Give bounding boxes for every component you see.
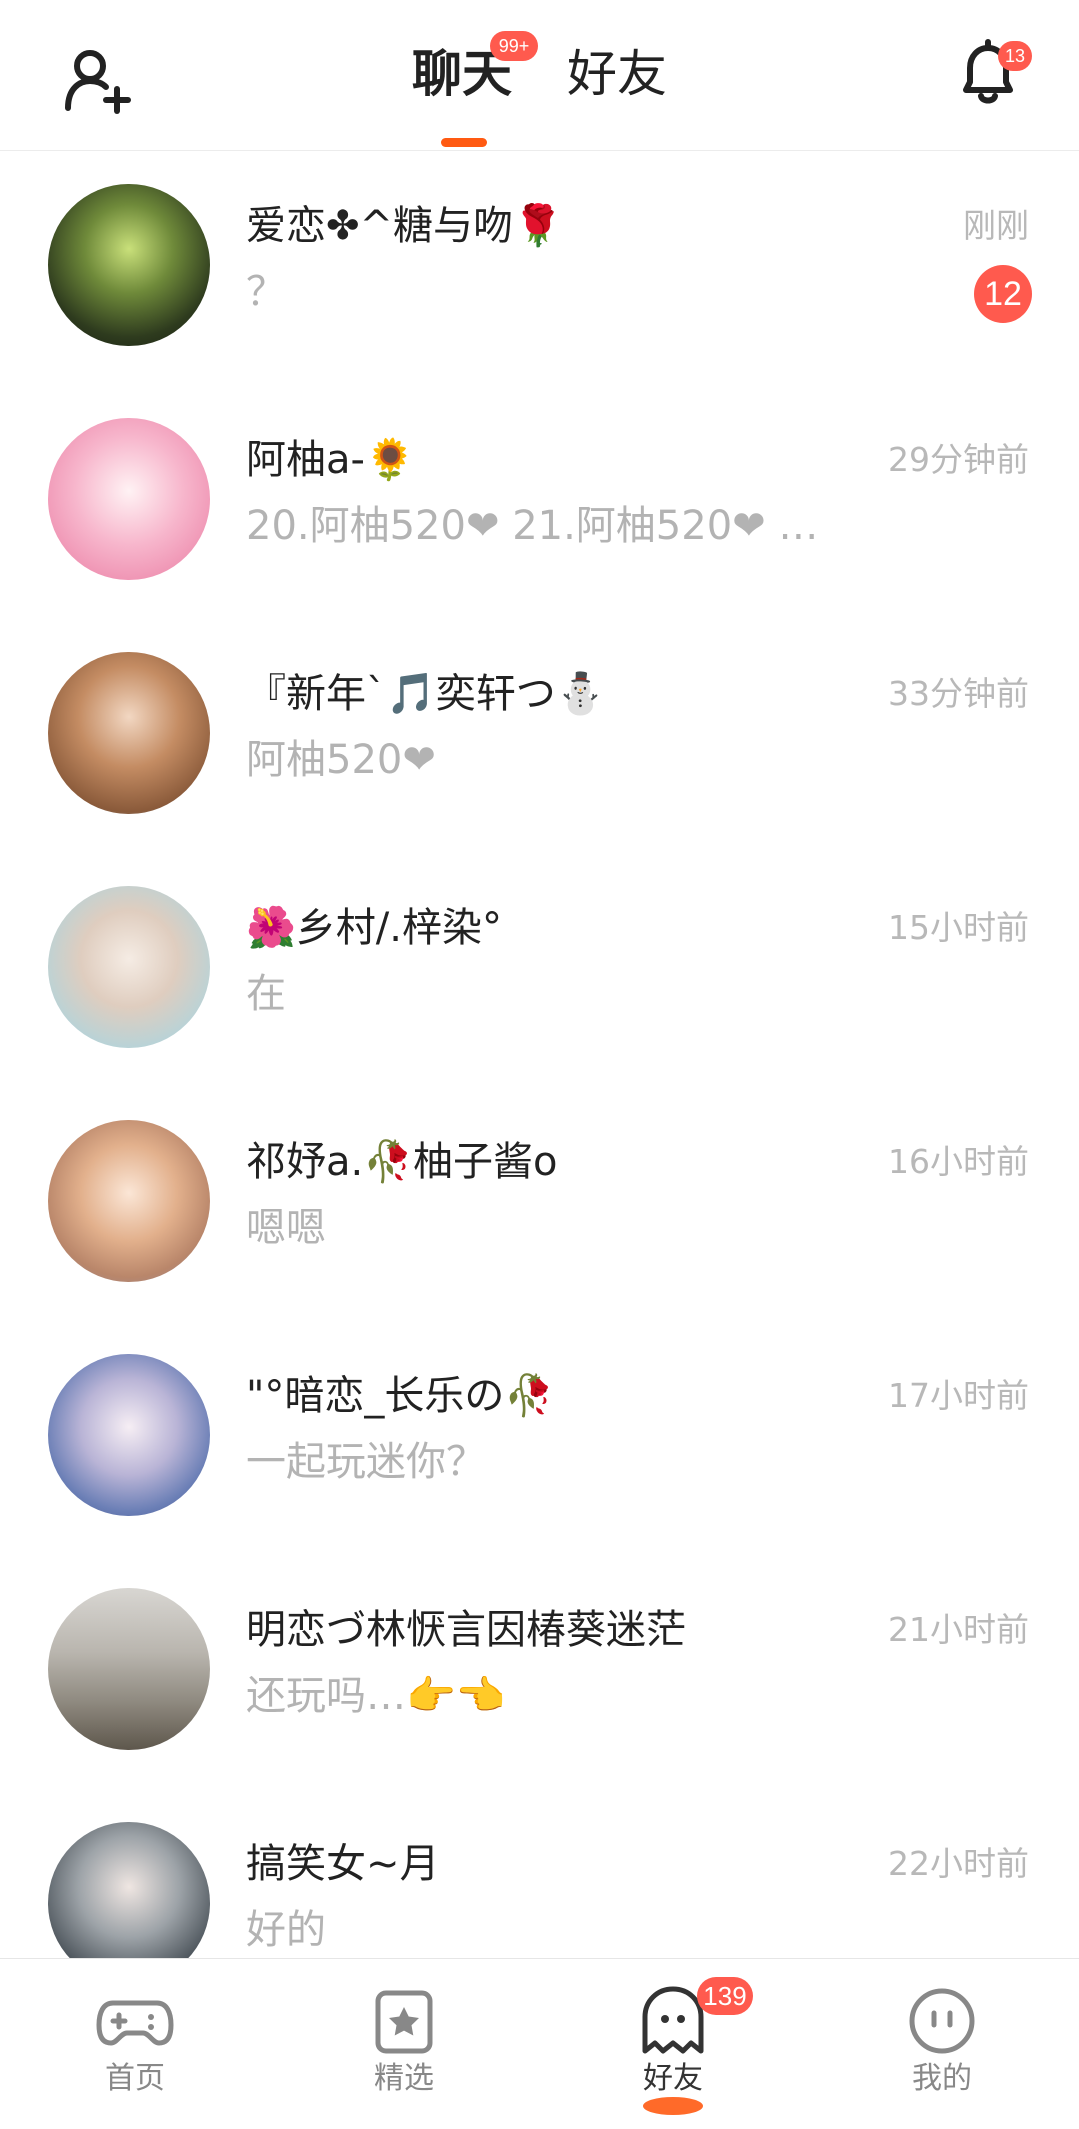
avatar	[48, 1588, 210, 1750]
gamepad-icon	[96, 2000, 174, 2046]
tab-friends[interactable]: 好友	[567, 42, 667, 106]
message-preview: ？	[246, 269, 286, 315]
message-preview: 一起玩迷你？	[246, 1439, 486, 1485]
chat-tab-badge: 99+	[490, 31, 538, 61]
message-preview: 好的	[246, 1907, 326, 1953]
message-preview: 在	[246, 971, 286, 1017]
message-time: 22小时前	[888, 1844, 1029, 1883]
avatar	[48, 184, 210, 346]
contact-name: 🌺乡村/.梓染°	[246, 905, 502, 951]
message-time: 16小时前	[888, 1142, 1029, 1181]
avatar	[48, 1354, 210, 1516]
notification-badge: 13	[998, 41, 1032, 71]
chat-row[interactable]: 祁妤a.🥀柚子酱o 嗯嗯 16小时前	[0, 1087, 1079, 1321]
chat-row[interactable]: 『新年`🎵奕轩つ⛄ 阿柚520❤ 33分钟前	[0, 619, 1079, 853]
nav-friends[interactable]: 139 好友	[573, 1959, 773, 2129]
star-bookmark-icon	[375, 1990, 433, 2054]
chat-row[interactable]: 🌺乡村/.梓染° 在 15小时前	[0, 853, 1079, 1087]
nav-label: 首页	[105, 2061, 165, 2096]
chat-row[interactable]: 明恋づ林恹言因椿葵迷茫 还玩吗…👉👈 21小时前	[0, 1555, 1079, 1789]
top-bar: 聊天 99+ 好友 13	[0, 0, 1079, 151]
nav-me[interactable]: 我的	[842, 1959, 1042, 2129]
message-preview: 嗯嗯	[246, 1205, 326, 1251]
message-time: 33分钟前	[888, 674, 1029, 713]
contact-name: 爱恋✤^糖与吻🌹	[246, 203, 563, 249]
contact-name: "°暗恋_长乐の🥀	[246, 1373, 555, 1419]
avatar	[48, 1120, 210, 1282]
add-user-icon[interactable]	[62, 44, 134, 116]
message-time: 15小时前	[888, 908, 1029, 947]
contact-name: 阿柚a-🌻	[246, 437, 415, 483]
nav-home[interactable]: 首页	[35, 1959, 235, 2129]
message-time: 21小时前	[888, 1610, 1029, 1649]
avatar	[48, 886, 210, 1048]
nav-featured[interactable]: 精选	[304, 1959, 504, 2129]
chat-row[interactable]: 阿柚a-🌻 20.阿柚520❤ 21.阿柚520❤ … 29分钟前	[0, 385, 1079, 619]
message-time: 29分钟前	[888, 440, 1029, 479]
active-nav-indicator	[643, 2097, 703, 2115]
chat-row[interactable]: "°暗恋_长乐の🥀 一起玩迷你？ 17小时前	[0, 1321, 1079, 1555]
active-tab-indicator	[441, 138, 487, 147]
message-preview: 20.阿柚520❤ 21.阿柚520❤ …	[246, 503, 819, 549]
contact-name: 明恋づ林恹言因椿葵迷茫	[246, 1607, 686, 1653]
unread-badge: 12	[974, 265, 1032, 323]
avatar	[48, 418, 210, 580]
message-time: 17小时前	[888, 1376, 1029, 1415]
contact-name: 搞笑女~月	[246, 1841, 440, 1887]
contact-name: 祁妤a.🥀柚子酱o	[246, 1139, 558, 1185]
bottom-nav: 首页 精选 139 好友 我的	[0, 1958, 1079, 2129]
face-icon	[909, 1988, 975, 2054]
friends-badge: 139	[697, 1977, 753, 2015]
chat-list: 爱恋✤^糖与吻🌹 ？ 刚刚 12 阿柚a-🌻 20.阿柚520❤ 21.阿柚52…	[0, 151, 1079, 2023]
nav-label: 精选	[374, 2061, 434, 2096]
avatar	[48, 652, 210, 814]
chat-row[interactable]: 爱恋✤^糖与吻🌹 ？ 刚刚 12	[0, 151, 1079, 385]
contact-name: 『新年`🎵奕轩つ⛄	[246, 671, 606, 717]
nav-label: 我的	[912, 2061, 972, 2096]
message-time: 刚刚	[963, 206, 1029, 245]
nav-label: 好友	[643, 2061, 703, 2096]
message-preview: 还玩吗…👉👈	[246, 1673, 506, 1719]
message-preview: 阿柚520❤	[246, 737, 436, 783]
